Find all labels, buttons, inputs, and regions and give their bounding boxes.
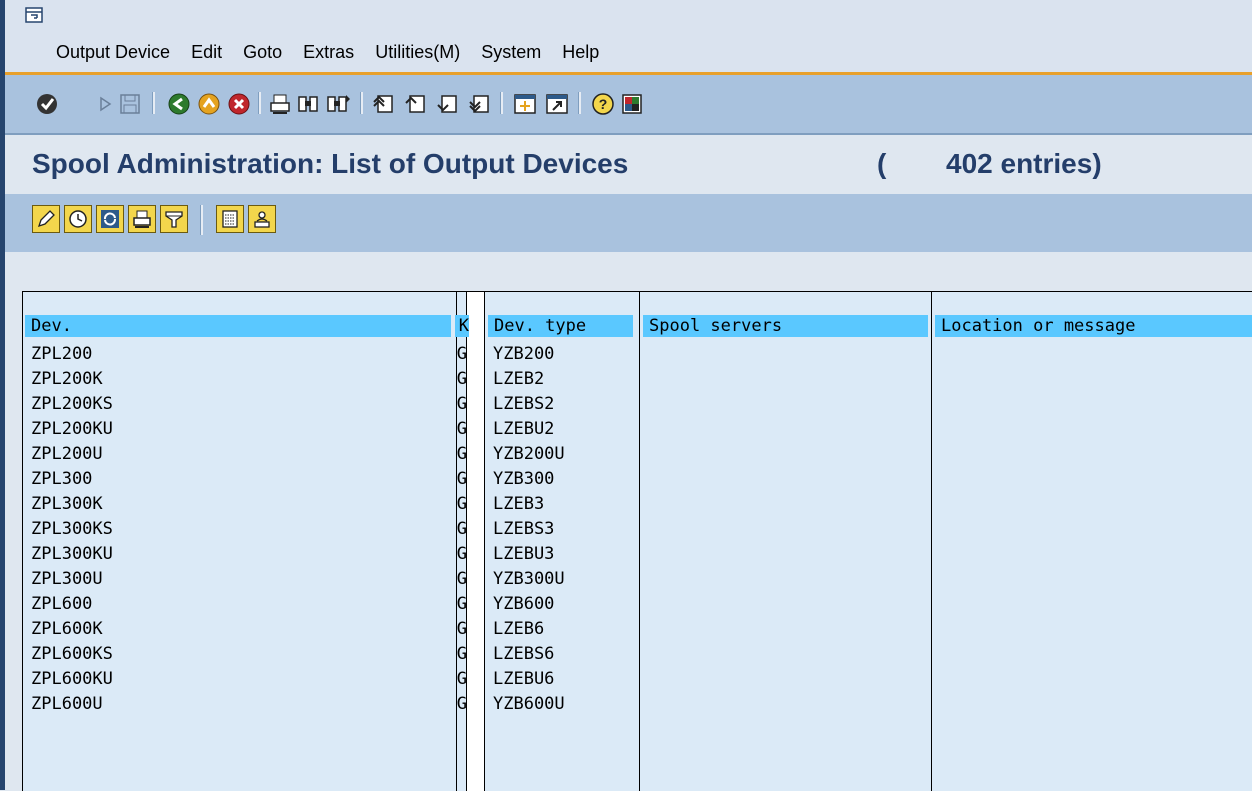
table-row-dev-type[interactable]: LZEBS6	[493, 642, 633, 667]
table-row-k[interactable]: G	[455, 542, 467, 567]
header-location[interactable]: Location or message	[935, 315, 1252, 337]
menu-items: Output Device Edit Goto Extras Utilities…	[56, 42, 615, 63]
cancel-icon[interactable]	[226, 91, 252, 117]
create-session-icon[interactable]	[512, 91, 538, 117]
table-row-dev-type[interactable]: LZEBU3	[493, 542, 633, 567]
first-page-icon[interactable]	[372, 91, 398, 117]
table-row-k[interactable]: G	[455, 392, 467, 417]
menu-goto[interactable]: Goto	[243, 42, 282, 62]
table-row-dev-type[interactable]: YZB300U	[493, 567, 633, 592]
table-row-k[interactable]: G	[455, 417, 467, 442]
svg-text:?: ?	[599, 96, 608, 112]
previous-page-icon[interactable]	[404, 91, 430, 117]
print-icon[interactable]	[128, 205, 156, 233]
menu-help[interactable]: Help	[562, 42, 599, 62]
save-icon[interactable]	[118, 91, 142, 117]
table-row-k[interactable]: G	[455, 342, 467, 367]
table-row-dev[interactable]: ZPL300U	[31, 567, 451, 592]
printer-person-icon[interactable]	[248, 205, 276, 233]
table-row-dev[interactable]: ZPL200KS	[31, 392, 451, 417]
refresh-icon[interactable]	[96, 205, 124, 233]
table-row-k[interactable]: G	[455, 442, 467, 467]
table-row-dev-type[interactable]: YZB600	[493, 592, 633, 617]
table-row-dev[interactable]: ZPL600K	[31, 617, 451, 642]
table-row-k[interactable]: G	[455, 667, 467, 692]
table-row-k[interactable]: G	[455, 617, 467, 642]
next-page-icon[interactable]	[436, 91, 462, 117]
back-triangle-icon[interactable]	[98, 91, 114, 117]
output-device-list: Dev. K Dev. type Spool servers Location …	[22, 291, 1252, 791]
system-menu-icon[interactable]	[25, 7, 43, 23]
table-row-dev[interactable]: ZPL600KS	[31, 642, 451, 667]
table-row-dev[interactable]: ZPL300KU	[31, 542, 451, 567]
header-k[interactable]: K	[455, 315, 469, 337]
layout-icon[interactable]	[620, 91, 644, 117]
enter-icon[interactable]	[34, 91, 60, 117]
table-row-dev-type[interactable]: LZEB6	[493, 617, 633, 642]
table-row-dev[interactable]: ZPL200K	[31, 367, 451, 392]
page-title: Spool Administration: List of Output Dev…	[32, 148, 1102, 180]
table-row-dev[interactable]: ZPL200	[31, 342, 451, 367]
table-row-dev-type[interactable]: LZEB2	[493, 367, 633, 392]
table-row-dev-type[interactable]: LZEBS2	[493, 392, 633, 417]
header-spool-servers[interactable]: Spool servers	[643, 315, 928, 337]
menu-output-device[interactable]: Output Device	[56, 42, 170, 62]
application-toolbar	[5, 194, 1252, 252]
table-row-k[interactable]: G	[455, 567, 467, 592]
table-row-k[interactable]: G	[455, 492, 467, 517]
table-row-dev-type[interactable]: LZEB3	[493, 492, 633, 517]
table-row-dev[interactable]: ZPL600U	[31, 692, 451, 717]
entry-count: 402 entries)	[946, 148, 1102, 179]
table-row-k[interactable]: G	[455, 592, 467, 617]
table-row-dev-type[interactable]: YZB300	[493, 467, 633, 492]
change-pencil-icon[interactable]	[32, 205, 60, 233]
filter-icon[interactable]	[160, 205, 188, 233]
find-next-icon[interactable]	[326, 91, 352, 117]
table-row-dev-type[interactable]: LZEBS3	[493, 517, 633, 542]
table-row-dev[interactable]: ZPL200U	[31, 442, 451, 467]
table-row-k[interactable]: G	[455, 467, 467, 492]
spreadsheet-icon[interactable]	[216, 205, 244, 233]
table-row-dev[interactable]: ZPL300KS	[31, 517, 451, 542]
find-icon[interactable]	[296, 91, 320, 117]
exit-icon[interactable]	[196, 91, 222, 117]
table-row-k[interactable]: G	[455, 692, 467, 717]
column-location	[932, 292, 1252, 791]
back-icon[interactable]	[166, 91, 192, 117]
help-icon[interactable]: ?	[590, 91, 616, 117]
header-dev[interactable]: Dev.	[25, 315, 451, 337]
last-page-icon[interactable]	[468, 91, 494, 117]
menu-extras[interactable]: Extras	[303, 42, 354, 62]
menu-edit[interactable]: Edit	[191, 42, 222, 62]
table-row-dev[interactable]: ZPL600KU	[31, 667, 451, 692]
table-row-k[interactable]: G	[455, 642, 467, 667]
menu-utilities[interactable]: Utilities(M)	[375, 42, 460, 62]
page-title-paren: (	[877, 148, 887, 179]
table-row-dev[interactable]: ZPL600	[31, 592, 451, 617]
table-row-k[interactable]: G	[455, 517, 467, 542]
menu-system[interactable]: System	[481, 42, 541, 62]
header-dev-type[interactable]: Dev. type	[488, 315, 633, 337]
table-row-dev[interactable]: ZPL200KU	[31, 417, 451, 442]
table-row-dev-type[interactable]: LZEBU6	[493, 667, 633, 692]
print-icon[interactable]	[268, 91, 292, 117]
column-spool-servers	[640, 292, 932, 791]
table-row-dev[interactable]: ZPL300	[31, 467, 451, 492]
schedule-clock-icon[interactable]	[64, 205, 92, 233]
table-row-dev-type[interactable]: YZB200	[493, 342, 633, 367]
table-row-k[interactable]: G	[455, 367, 467, 392]
shortcut-icon[interactable]	[544, 91, 570, 117]
table-row-dev-type[interactable]: YZB200U	[493, 442, 633, 467]
table-row-dev-type[interactable]: LZEBU2	[493, 417, 633, 442]
table-row-dev[interactable]: ZPL300K	[31, 492, 451, 517]
table-row-dev-type[interactable]: YZB600U	[493, 692, 633, 717]
page-title-text: Spool Administration: List of Output Dev…	[32, 148, 629, 179]
